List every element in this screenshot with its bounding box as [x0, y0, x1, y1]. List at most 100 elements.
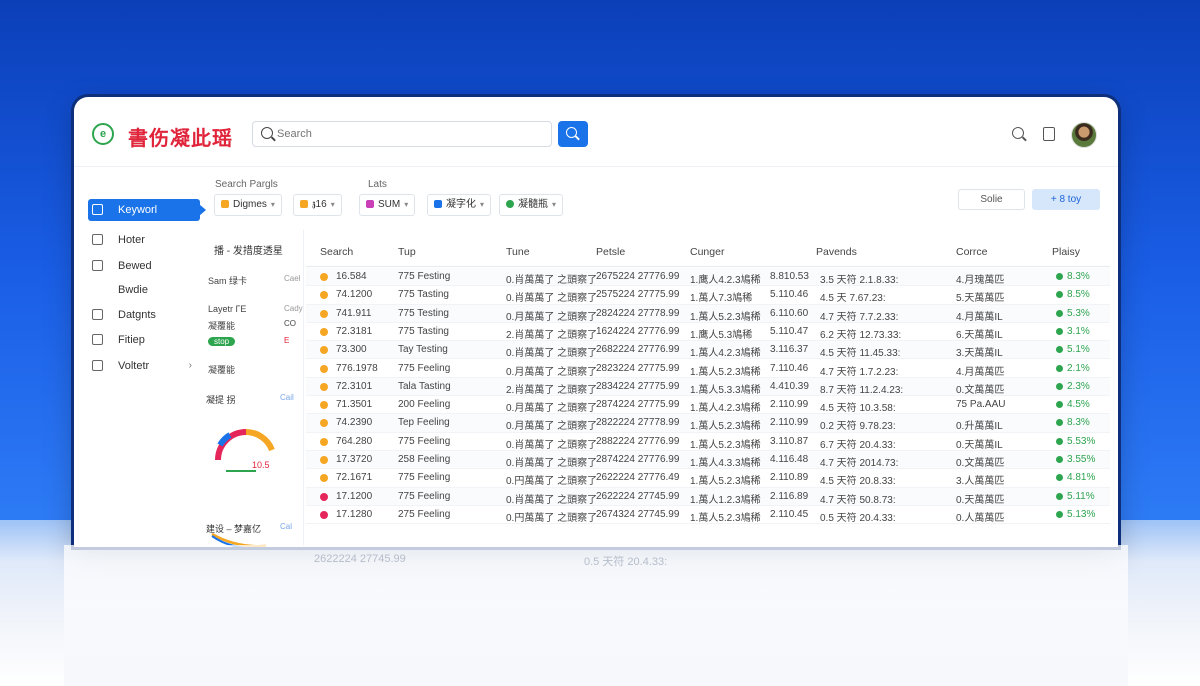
- filter-chip-2[interactable]: 𝖟16 ▾: [293, 194, 342, 216]
- document-icon[interactable]: [1043, 127, 1055, 141]
- table-row[interactable]: 72.3181 775 Tasting 2.肖萬萬了 之頭察了 1624224 277…: [306, 323, 1110, 342]
- table-cell: 4.81%: [1067, 472, 1096, 484]
- table-row[interactable]: 776.1978 775 Feeling 0.月萬萬了 之頭察了 2823224 27…: [306, 360, 1110, 378]
- table-row[interactable]: 71.3501 200 Feeling 0.月萬萬了 之頭察了 2874224 277…: [306, 396, 1110, 415]
- table-cell: 0.文萬萬匹: [956, 458, 1005, 469]
- column-header[interactable]: Tune: [506, 246, 530, 258]
- solie-button[interactable]: Solie: [958, 189, 1025, 210]
- trend-dot-icon: [1056, 401, 1063, 409]
- sidebar-item-hoter[interactable]: Hoter: [88, 229, 200, 251]
- table-cell: 1624224 27776.99: [596, 325, 680, 337]
- filter-chip-digmes[interactable]: Digmes ▾: [214, 194, 282, 216]
- sidebar-item-keyword[interactable]: Keyworl: [88, 199, 206, 221]
- sidebar-item-label: Hoter: [118, 234, 145, 246]
- table-cell: 2.110.99: [770, 399, 809, 411]
- status-dot-icon: [320, 456, 328, 464]
- trend-dot-icon: [1056, 309, 1063, 317]
- table-cell: 1.萬人4.2.3鳩稀: [690, 403, 761, 415]
- search-button[interactable]: [558, 121, 588, 147]
- table-cell: 5.110.47: [770, 325, 809, 337]
- gauge-title-label: 凝提 拐: [206, 395, 236, 405]
- column-header[interactable]: Corrce: [956, 246, 988, 258]
- table-header: Search Tup Tune Petsle Cunger Pavends Co…: [306, 237, 1110, 267]
- filter-chip-4[interactable]: 凝字化 ▾: [427, 194, 492, 216]
- column-header[interactable]: Tup: [398, 246, 416, 258]
- table-cell: 764.280: [336, 435, 373, 447]
- table-cell: 73.300: [336, 344, 367, 356]
- panel-row: Sam 绿卡 Cael: [208, 274, 300, 287]
- filter-chip-sum[interactable]: SUM ▾: [359, 194, 416, 216]
- table-cell: 4.月萬萬IL: [956, 311, 1003, 323]
- header-search-icon[interactable]: [1012, 127, 1024, 139]
- table-cell: 2.肖萬萬了 之頭察了: [506, 384, 598, 396]
- table-cell: 4.5 天符 10.3.58:: [820, 403, 896, 415]
- table-cell: 0.月萬萬了 之頭察了: [506, 421, 598, 433]
- trend-dot-icon: [1056, 364, 1063, 372]
- sidebar-item-bwdie[interactable]: Bwdie: [88, 279, 200, 301]
- table-cell: 4.5 天符 11.45.33:: [820, 348, 901, 360]
- table-cell: 0.月萬萬了 之頭察了: [506, 311, 598, 323]
- column-header[interactable]: Petsle: [596, 246, 625, 258]
- search-box[interactable]: [252, 121, 552, 147]
- table-cell: Tay Testing: [398, 344, 448, 356]
- gauge-link[interactable]: Cail: [280, 393, 294, 402]
- table-row[interactable]: 72.1671 775 Feeling 0.円萬萬了 之頭察了 2622224 277…: [306, 469, 1110, 488]
- table-cell: 8.810.53: [770, 271, 809, 282]
- status-dot-icon: [320, 309, 328, 318]
- table-cell: 0.肖萬萬了 之頭察了: [506, 458, 598, 469]
- table-row[interactable]: 764.280 775 Feeling 0.肖萬萬了 之頭察了 2882224 277…: [306, 433, 1110, 451]
- filter-chip-5[interactable]: 凝髓瓶 ▾: [499, 194, 564, 216]
- table-row[interactable]: 17.1280 275 Feeling 0.円萬萬了 之頭察了 2674324 277…: [306, 506, 1110, 525]
- table-cell: 0.文萬萬匹: [956, 384, 1005, 396]
- avatar[interactable]: [1071, 122, 1097, 148]
- table-cell: 0.2 天符 9.78.23:: [820, 421, 896, 433]
- table-cell: 6.110.60: [770, 307, 809, 319]
- table-row[interactable]: 73.300 Tay Testing 0.肖萬萬了 之頭察了 2682224 2777…: [306, 341, 1110, 360]
- table-row[interactable]: 17.1200 775 Feeling 0.肖萬萬了 之頭察了 2622224 277…: [306, 487, 1110, 506]
- table-cell: 6.天萬萬IL: [956, 329, 1003, 341]
- column-header[interactable]: Pavends: [816, 246, 857, 258]
- table-cell: 776.1978: [336, 362, 378, 374]
- table-cell: 0.肖萬萬了 之頭察了: [506, 494, 598, 506]
- table-cell: 741.911: [336, 307, 372, 319]
- table-row[interactable]: 741.911 775 Testing 0.月萬萬了 之頭察了 2824224 277…: [306, 304, 1110, 323]
- sidebar-item-voltetr[interactable]: Voltetr ›: [88, 355, 200, 377]
- table-cell: 0.人萬萬匹: [956, 512, 1005, 524]
- sidebar-item-bewed[interactable]: Bewed: [88, 255, 200, 277]
- table-cell: 775 Feeling: [398, 472, 451, 484]
- table-cell: 74.1200: [336, 289, 373, 301]
- table-cell: 3.55%: [1067, 454, 1096, 465]
- top-bar: e 書伤凝此瑶: [74, 97, 1118, 167]
- panel-row-link[interactable]: Cady: [284, 304, 303, 313]
- table-row[interactable]: 74.2390 Tep Feeling 0.月萬萬了 之頭察了 2822224 277…: [306, 414, 1110, 433]
- table-row[interactable]: 72.3101 Tala Tasting 2.肖萬萬了 之頭察了 2834224 27…: [306, 377, 1110, 397]
- table-cell: 2823224 27775.99: [596, 362, 680, 374]
- sidebar-item-fitiep[interactable]: Fitiep: [88, 329, 200, 351]
- sidebar-item-datgnts[interactable]: Datgnts: [88, 304, 200, 326]
- table-cell: 1.鹰人5.3鳩稀: [690, 329, 753, 341]
- search-input[interactable]: [277, 125, 537, 143]
- column-header[interactable]: Cunger: [690, 246, 724, 258]
- add-button[interactable]: + 8 toy: [1032, 189, 1100, 210]
- table-cell: 775 Feeling: [398, 490, 451, 502]
- table-cell: 2622224 27776.49: [596, 472, 680, 484]
- status-dot-icon: [320, 474, 328, 483]
- table-cell: 1.萬人5.2.3鳩稀: [690, 311, 761, 323]
- table-cell: 4.7 天符 7.7.2.33:: [820, 311, 899, 323]
- table-cell: 5.53%: [1067, 435, 1096, 447]
- table-cell: 1.萬人5.2.3鳩稀: [690, 476, 761, 488]
- filter-label-right: Lats: [368, 179, 387, 190]
- column-header[interactable]: Plaisy: [1052, 246, 1080, 258]
- column-header[interactable]: Search: [320, 246, 353, 258]
- table-row[interactable]: 16.584 775 Festing 0.肖萬萬了 之頭察了 2675224 2777…: [306, 268, 1110, 287]
- table-row[interactable]: 17.3720 258 Feeling 0.肖萬萬了 之頭察了 2874224 277…: [306, 451, 1110, 470]
- table-cell: 5.3%: [1067, 307, 1090, 319]
- chart2-link[interactable]: Cal: [280, 522, 292, 531]
- left-panel: 播 - 发措度透星 Sam 绿卡 Cael Layetr ГЕ Cady 凝覆能…: [202, 230, 304, 547]
- panel-header[interactable]: 播 - 发措度透星: [214, 242, 283, 257]
- table-cell: 1.萬人4.2.3鳩稀: [690, 348, 761, 360]
- table-row[interactable]: 74.1200 775 Tasting 0.肖萬萬了 之頭察了 2575224 277…: [306, 286, 1110, 305]
- status-pill[interactable]: stop: [208, 337, 236, 346]
- panel-row-link[interactable]: Cael: [284, 274, 300, 283]
- chevron-down-icon: ▾: [404, 200, 409, 209]
